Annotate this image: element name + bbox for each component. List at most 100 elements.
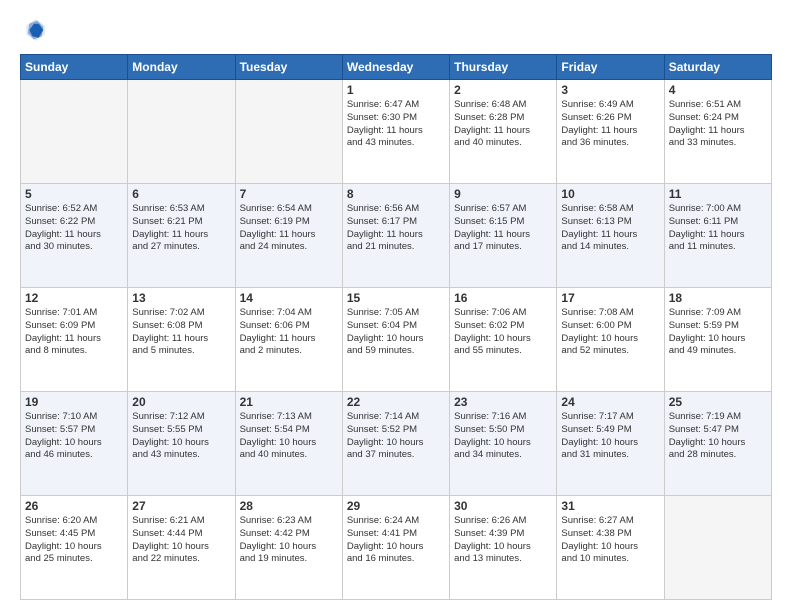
day-info: Sunrise: 7:00 AM Sunset: 6:11 PM Dayligh… (669, 203, 767, 254)
day-cell: 31Sunrise: 6:27 AM Sunset: 4:38 PM Dayli… (557, 496, 664, 600)
day-info: Sunrise: 7:04 AM Sunset: 6:06 PM Dayligh… (240, 307, 338, 358)
day-cell: 14 Sunrise: 7:04 AM Sunset: 6:06 PM Dayli… (235, 288, 342, 392)
day-cell: 26 Sunrise: 6:20 AM Sunset: 4:45 PM Dayli… (21, 496, 128, 600)
day-cell (21, 80, 128, 184)
day-number: 21 (240, 395, 338, 409)
day-number: 19 (25, 395, 123, 409)
day-number: 18 (669, 291, 767, 305)
day-number: 15 (347, 291, 445, 305)
day-cell: 1 Sunrise: 6:47 AM Sunset: 6:30 PM Daylig… (342, 80, 449, 184)
day-cell: 2 Sunrise: 6:48 AM Sunset: 6:28 PM Daylig… (450, 80, 557, 184)
day-cell: 12 Sunrise: 7:01 AM Sunset: 6:09 PM Dayli… (21, 288, 128, 392)
day-number: 2 (454, 83, 552, 97)
day-info: Sunrise: 7:12 AM Sunset: 5:55 PM Dayligh… (132, 411, 230, 462)
day-number: 16 (454, 291, 552, 305)
day-info: Sunrise: 6:47 AM Sunset: 6:30 PM Dayligh… (347, 99, 445, 150)
day-number: 30 (454, 499, 552, 513)
day-info: Sunrise: 7:05 AM Sunset: 6:04 PM Dayligh… (347, 307, 445, 358)
day-number: 28 (240, 499, 338, 513)
day-number: 6 (132, 187, 230, 201)
day-cell: 5 Sunrise: 6:52 AM Sunset: 6:22 PM Daylig… (21, 184, 128, 288)
week-row-3: 12 Sunrise: 7:01 AM Sunset: 6:09 PM Dayli… (21, 288, 772, 392)
day-cell: 29Sunrise: 6:24 AM Sunset: 4:41 PM Dayli… (342, 496, 449, 600)
day-cell: 25Sunrise: 7:19 AM Sunset: 5:47 PM Dayli… (664, 392, 771, 496)
weekday-saturday: Saturday (664, 55, 771, 80)
day-number: 9 (454, 187, 552, 201)
calendar: SundayMondayTuesdayWednesdayThursdayFrid… (20, 54, 772, 600)
day-number: 1 (347, 83, 445, 97)
day-number: 29 (347, 499, 445, 513)
day-cell: 18 Sunrise: 7:09 AM Sunset: 5:59 PM Dayli… (664, 288, 771, 392)
day-cell (664, 496, 771, 600)
day-cell: 13 Sunrise: 7:02 AM Sunset: 6:08 PM Dayli… (128, 288, 235, 392)
day-cell: 16 Sunrise: 7:06 AM Sunset: 6:02 PM Dayli… (450, 288, 557, 392)
day-cell: 11 Sunrise: 7:00 AM Sunset: 6:11 PM Dayli… (664, 184, 771, 288)
day-info: Sunrise: 6:53 AM Sunset: 6:21 PM Dayligh… (132, 203, 230, 254)
day-number: 12 (25, 291, 123, 305)
day-number: 11 (669, 187, 767, 201)
day-number: 14 (240, 291, 338, 305)
day-info: Sunrise: 7:09 AM Sunset: 5:59 PM Dayligh… (669, 307, 767, 358)
week-row-5: 26 Sunrise: 6:20 AM Sunset: 4:45 PM Dayli… (21, 496, 772, 600)
day-info: Sunrise: 6:54 AM Sunset: 6:19 PM Dayligh… (240, 203, 338, 254)
day-info: Sunrise: 7:17 AM Sunset: 5:49 PM Dayligh… (561, 411, 659, 462)
day-info: Sunrise: 6:21 AM Sunset: 4:44 PM Dayligh… (132, 515, 230, 566)
day-number: 13 (132, 291, 230, 305)
day-cell: 21 Sunrise: 7:13 AM Sunset: 5:54 PM Dayli… (235, 392, 342, 496)
day-cell: 3 Sunrise: 6:49 AM Sunset: 6:26 PM Daylig… (557, 80, 664, 184)
day-number: 23 (454, 395, 552, 409)
day-cell: 24 Sunrise: 7:17 AM Sunset: 5:49 PM Dayli… (557, 392, 664, 496)
day-number: 24 (561, 395, 659, 409)
weekday-sunday: Sunday (21, 55, 128, 80)
day-info: Sunrise: 7:10 AM Sunset: 5:57 PM Dayligh… (25, 411, 123, 462)
day-cell: 8 Sunrise: 6:56 AM Sunset: 6:17 PM Daylig… (342, 184, 449, 288)
day-cell: 27 Sunrise: 6:21 AM Sunset: 4:44 PM Dayli… (128, 496, 235, 600)
day-cell: 19 Sunrise: 7:10 AM Sunset: 5:57 PM Dayli… (21, 392, 128, 496)
weekday-wednesday: Wednesday (342, 55, 449, 80)
day-cell (235, 80, 342, 184)
day-info: Sunrise: 6:20 AM Sunset: 4:45 PM Dayligh… (25, 515, 123, 566)
weekday-header-row: SundayMondayTuesdayWednesdayThursdayFrid… (21, 55, 772, 80)
logo-icon (20, 16, 48, 44)
week-row-2: 5 Sunrise: 6:52 AM Sunset: 6:22 PM Daylig… (21, 184, 772, 288)
day-cell: 28Sunrise: 6:23 AM Sunset: 4:42 PM Dayli… (235, 496, 342, 600)
day-info: Sunrise: 7:06 AM Sunset: 6:02 PM Dayligh… (454, 307, 552, 358)
day-cell: 7 Sunrise: 6:54 AM Sunset: 6:19 PM Daylig… (235, 184, 342, 288)
day-info: Sunrise: 6:48 AM Sunset: 6:28 PM Dayligh… (454, 99, 552, 150)
weekday-monday: Monday (128, 55, 235, 80)
day-info: Sunrise: 6:26 AM Sunset: 4:39 PM Dayligh… (454, 515, 552, 566)
weekday-tuesday: Tuesday (235, 55, 342, 80)
day-cell: 23 Sunrise: 7:16 AM Sunset: 5:50 PM Dayli… (450, 392, 557, 496)
day-number: 27 (132, 499, 230, 513)
day-info: Sunrise: 6:58 AM Sunset: 6:13 PM Dayligh… (561, 203, 659, 254)
day-cell: 9 Sunrise: 6:57 AM Sunset: 6:15 PM Daylig… (450, 184, 557, 288)
day-cell: 10 Sunrise: 6:58 AM Sunset: 6:13 PM Dayli… (557, 184, 664, 288)
day-number: 26 (25, 499, 123, 513)
day-number: 8 (347, 187, 445, 201)
weekday-friday: Friday (557, 55, 664, 80)
logo (20, 16, 52, 44)
day-cell: 20Sunrise: 7:12 AM Sunset: 5:55 PM Dayli… (128, 392, 235, 496)
day-number: 7 (240, 187, 338, 201)
day-number: 4 (669, 83, 767, 97)
day-number: 22 (347, 395, 445, 409)
day-cell: 17Sunrise: 7:08 AM Sunset: 6:00 PM Dayli… (557, 288, 664, 392)
header (20, 16, 772, 44)
day-cell: 22 Sunrise: 7:14 AM Sunset: 5:52 PM Dayli… (342, 392, 449, 496)
day-info: Sunrise: 7:02 AM Sunset: 6:08 PM Dayligh… (132, 307, 230, 358)
day-number: 10 (561, 187, 659, 201)
day-info: Sunrise: 7:13 AM Sunset: 5:54 PM Dayligh… (240, 411, 338, 462)
day-info: Sunrise: 7:08 AM Sunset: 6:00 PM Dayligh… (561, 307, 659, 358)
day-info: Sunrise: 7:19 AM Sunset: 5:47 PM Dayligh… (669, 411, 767, 462)
day-info: Sunrise: 7:14 AM Sunset: 5:52 PM Dayligh… (347, 411, 445, 462)
day-info: Sunrise: 6:56 AM Sunset: 6:17 PM Dayligh… (347, 203, 445, 254)
day-info: Sunrise: 7:01 AM Sunset: 6:09 PM Dayligh… (25, 307, 123, 358)
day-info: Sunrise: 6:49 AM Sunset: 6:26 PM Dayligh… (561, 99, 659, 150)
day-info: Sunrise: 6:52 AM Sunset: 6:22 PM Dayligh… (25, 203, 123, 254)
day-number: 5 (25, 187, 123, 201)
day-info: Sunrise: 7:16 AM Sunset: 5:50 PM Dayligh… (454, 411, 552, 462)
day-number: 3 (561, 83, 659, 97)
day-info: Sunrise: 6:57 AM Sunset: 6:15 PM Dayligh… (454, 203, 552, 254)
day-cell: 30 Sunrise: 6:26 AM Sunset: 4:39 PM Dayli… (450, 496, 557, 600)
week-row-1: 1 Sunrise: 6:47 AM Sunset: 6:30 PM Daylig… (21, 80, 772, 184)
